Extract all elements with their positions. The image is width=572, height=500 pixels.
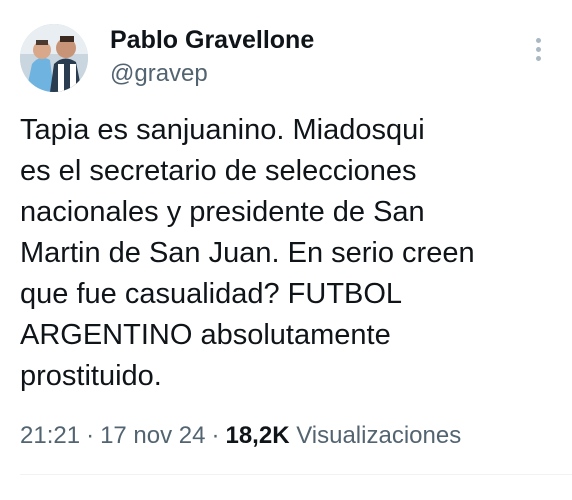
tweet-meta: 21:21 · 17 nov 24 · 18,2K Visualizaciones xyxy=(20,422,461,450)
author-name[interactable]: Pablo Gravellone xyxy=(110,26,314,55)
tweet-card: Pablo Gravellone @gravep Tapia es sanjua… xyxy=(0,0,572,500)
avatar-image xyxy=(20,24,88,92)
more-dot xyxy=(535,56,541,61)
more-dot xyxy=(535,47,541,52)
views-label[interactable]: Visualizaciones xyxy=(296,422,461,449)
meta-separator: · xyxy=(86,422,95,449)
author-handle[interactable]: @gravep xyxy=(110,60,208,88)
meta-separator: · xyxy=(211,422,220,449)
more-vertical-icon[interactable] xyxy=(528,38,548,66)
tweet-time[interactable]: 21:21 xyxy=(20,422,80,449)
views-count: 18,2K xyxy=(225,422,290,449)
more-dot xyxy=(535,38,541,43)
tweet-text: Tapia es sanjuanino. Miadosqui es el sec… xyxy=(20,114,475,392)
avatar[interactable] xyxy=(20,24,88,92)
tweet-date[interactable]: 17 nov 24 xyxy=(100,422,205,449)
divider xyxy=(20,474,572,475)
